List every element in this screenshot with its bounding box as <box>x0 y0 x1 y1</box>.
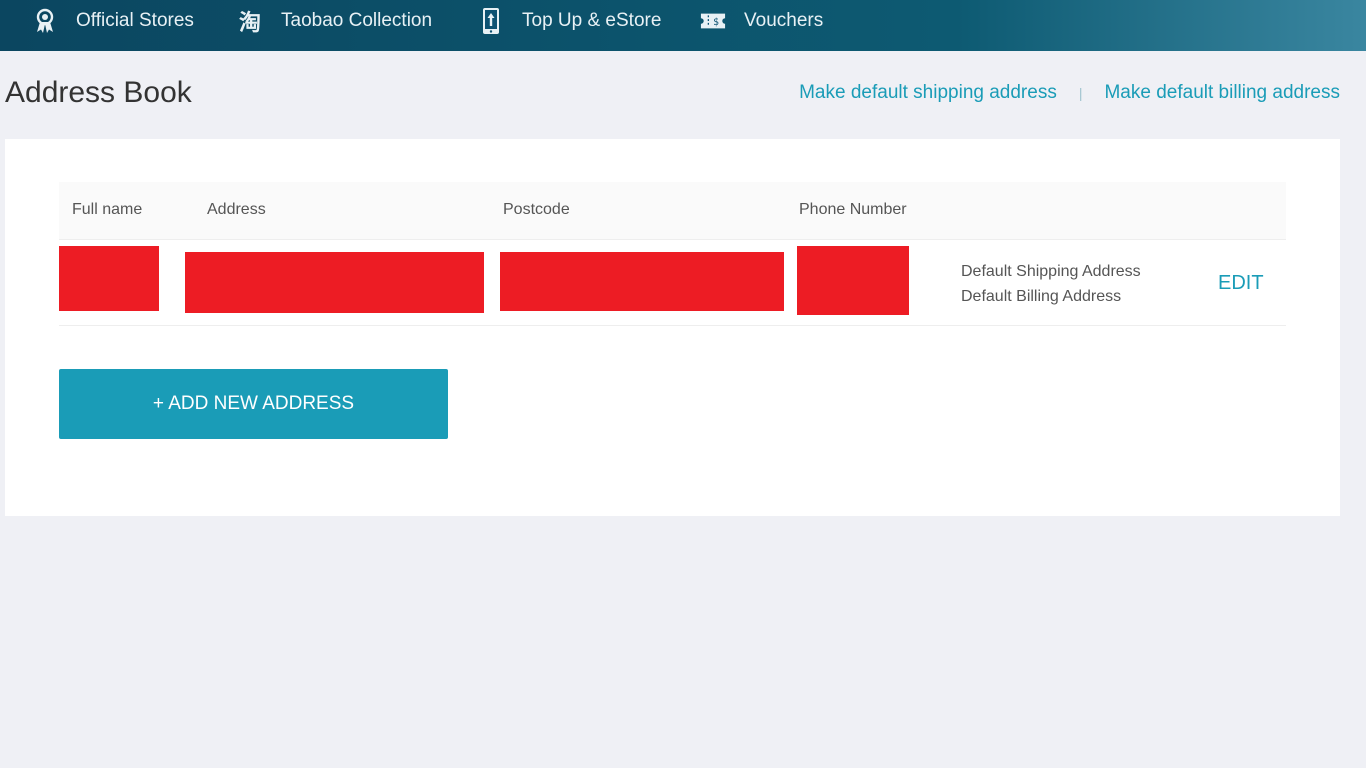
postcode-redacted <box>500 252 784 311</box>
svg-text:$: $ <box>713 17 719 28</box>
nav-label: Top Up & eStore <box>522 10 662 31</box>
phone-number-redacted <box>797 246 909 315</box>
default-address-links: Make default shipping address | Make def… <box>799 82 1340 104</box>
ribbon-badge-icon <box>32 8 58 34</box>
column-header-postcode: Postcode <box>503 201 570 218</box>
make-default-billing-link[interactable]: Make default billing address <box>1104 82 1340 104</box>
taobao-glyph: 淘 <box>238 11 261 36</box>
default-status: Default Shipping Address Default Billing… <box>961 259 1141 309</box>
add-new-address-button[interactable]: + ADD NEW ADDRESS <box>59 369 448 439</box>
voucher-ticket-icon: $ <box>700 8 726 34</box>
table-row: Default Shipping Address Default Billing… <box>59 240 1286 326</box>
full-name-redacted <box>59 246 159 311</box>
nav-label: Vouchers <box>744 10 824 31</box>
nav-item-official-stores[interactable]: Official Stores <box>32 0 194 42</box>
address-table: Full name Address Postcode Phone Number … <box>59 182 1286 326</box>
default-shipping-label: Default Shipping Address <box>961 263 1141 280</box>
mobile-topup-icon <box>478 8 504 34</box>
nav-item-top-up-estore[interactable]: Top Up & eStore <box>478 0 661 42</box>
top-navigation-bar: Official Stores 淘 Taobao Collection Top … <box>0 0 1366 51</box>
nav-item-taobao-collection[interactable]: 淘 Taobao Collection <box>237 0 432 42</box>
nav-label: Taobao Collection <box>281 10 433 31</box>
address-redacted <box>185 252 484 313</box>
default-billing-label: Default Billing Address <box>961 288 1122 305</box>
table-header: Full name Address Postcode Phone Number <box>59 182 1286 240</box>
edit-address-link[interactable]: EDIT <box>1218 272 1264 295</box>
link-separator: | <box>1078 85 1083 101</box>
make-default-shipping-link[interactable]: Make default shipping address <box>799 82 1057 104</box>
column-header-address: Address <box>207 201 266 218</box>
taobao-icon: 淘 <box>237 8 263 36</box>
nav-item-vouchers[interactable]: $ Vouchers <box>700 0 823 42</box>
nav-label: Official Stores <box>76 10 194 31</box>
column-header-phone-number: Phone Number <box>799 201 907 218</box>
column-header-full-name: Full name <box>72 201 143 218</box>
address-book-card: Full name Address Postcode Phone Number … <box>5 139 1340 516</box>
page-title: Address Book <box>5 76 192 109</box>
